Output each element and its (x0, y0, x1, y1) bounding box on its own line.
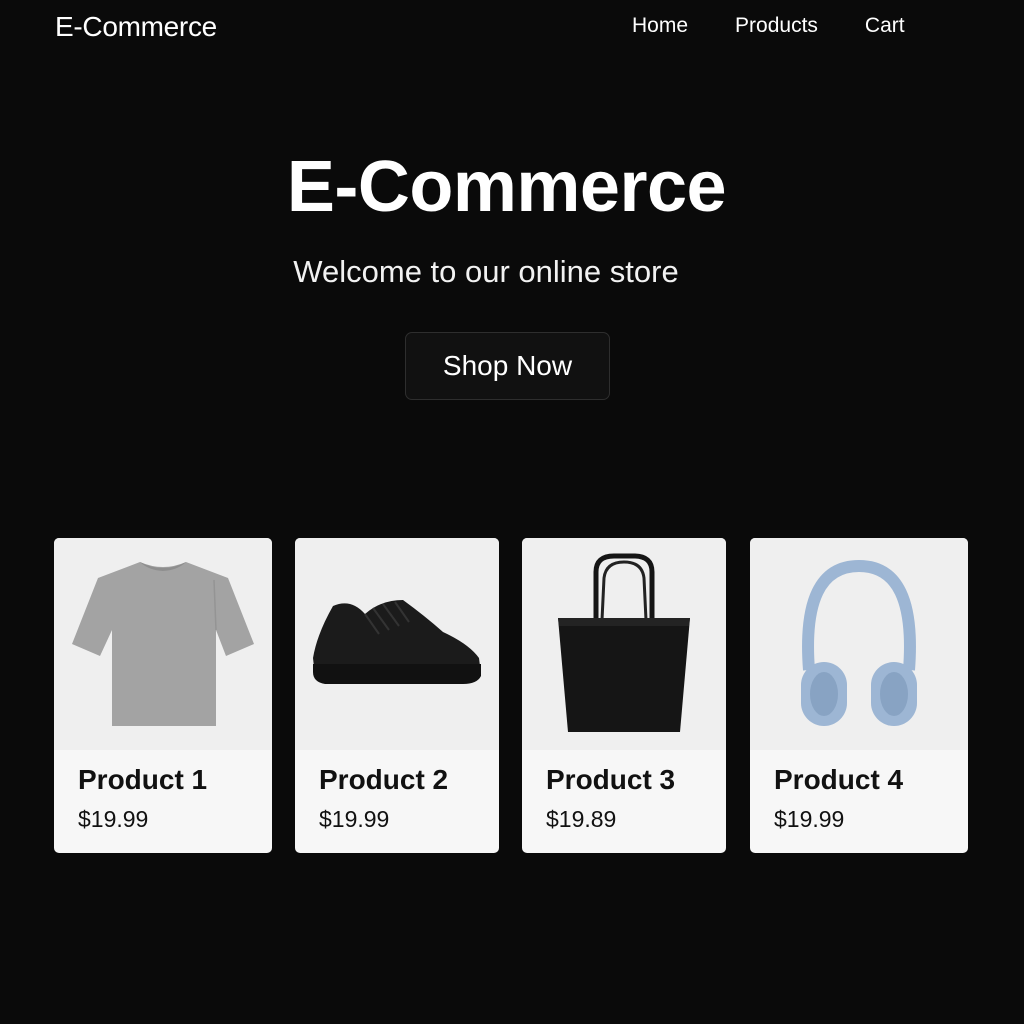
page: E-Commerce Home Products Cart E-Commerce… (0, 0, 1024, 1024)
product-price: $19.99 (774, 806, 845, 832)
sneaker-icon (313, 600, 481, 684)
brand-logo[interactable]: E-Commerce (55, 11, 217, 43)
nav-products-link[interactable]: Products (735, 14, 818, 38)
product-card[interactable]: Product 2 $19.99 (295, 538, 499, 853)
product-card[interactable]: Product 3 $19.89 (522, 538, 726, 853)
product-image (54, 538, 272, 750)
hero-title: E-Commerce (286, 147, 727, 227)
product-price: $19.89 (546, 806, 617, 832)
nav-home-link[interactable]: Home (632, 14, 688, 38)
product-name: Product 4 (774, 764, 904, 795)
product-image (522, 538, 726, 750)
top-nav: Home Products Cart (632, 14, 952, 38)
product-price: $19.99 (78, 806, 149, 832)
headphones-icon (801, 559, 917, 726)
product-name: Product 1 (78, 764, 208, 795)
product-image (295, 538, 499, 750)
nav-cart-link[interactable]: Cart (865, 14, 905, 38)
tshirt-icon (72, 562, 254, 726)
tote-bag-icon (558, 553, 690, 732)
hero-subtitle: Welcome to our online store (293, 254, 679, 289)
product-image (750, 538, 968, 750)
shop-now-button[interactable]: Shop Now (405, 332, 610, 400)
product-name: Product 2 (319, 764, 449, 795)
product-name: Product 3 (546, 764, 676, 795)
product-price: $19.99 (319, 806, 390, 832)
product-card[interactable]: Product 1 $19.99 (54, 538, 272, 853)
product-card[interactable]: Product 4 $19.99 (750, 538, 968, 853)
